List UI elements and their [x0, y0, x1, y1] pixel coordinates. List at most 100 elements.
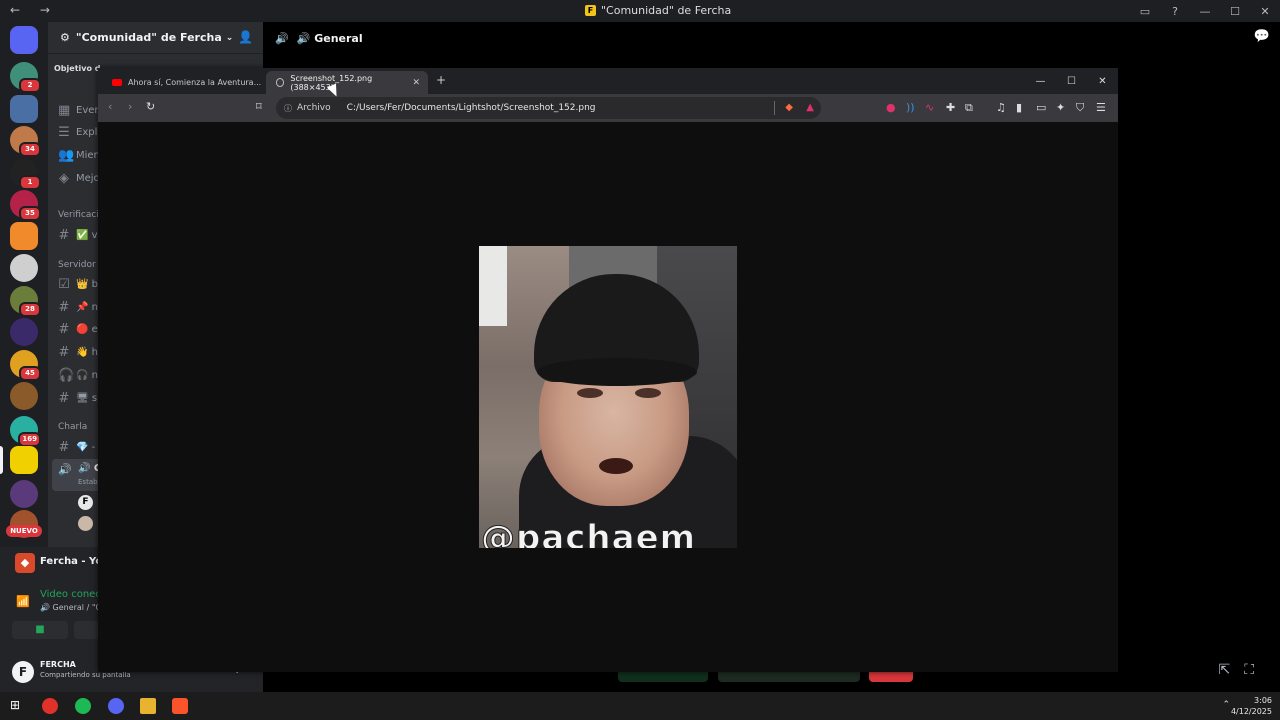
- channel-item[interactable]: 🎧 🎧 n: [58, 365, 98, 385]
- sidebar-item-boosts[interactable]: ◈ Mejo: [58, 168, 100, 188]
- discord-home-icon[interactable]: [10, 26, 38, 54]
- tab-screenshot[interactable]: Screenshot_152.png (388×453) ✕: [266, 71, 428, 94]
- spotify-icon[interactable]: [75, 698, 91, 714]
- voice-status: Video conec: [40, 589, 101, 600]
- puzzle-icon[interactable]: ✚: [946, 101, 955, 114]
- sidebar-icon[interactable]: ▮: [1016, 101, 1022, 114]
- brave-shield-icon[interactable]: ◆: [785, 102, 793, 113]
- category-verification[interactable]: Verificaci: [58, 210, 99, 220]
- server-icon[interactable]: [10, 382, 38, 410]
- channel-item[interactable]: # 💎 -: [58, 437, 96, 457]
- bookmark-icon[interactable]: ⌑: [256, 100, 262, 113]
- camera-button[interactable]: ■: [12, 621, 68, 639]
- voice-user-avatar[interactable]: F: [78, 495, 93, 510]
- selected-server-pill: [0, 446, 3, 474]
- unread-badge: 34: [19, 142, 41, 157]
- list-icon: ☰: [58, 124, 70, 140]
- menu-icon[interactable]: ☰: [1096, 101, 1106, 114]
- server-icon[interactable]: 1: [10, 159, 41, 190]
- chat-bubble-icon[interactable]: 💬: [1254, 29, 1270, 44]
- brave-rewards-icon[interactable]: ▲: [806, 102, 814, 113]
- channel-item[interactable]: # 🔴 e: [58, 319, 98, 339]
- windows-start-icon[interactable]: ⊞: [10, 698, 20, 712]
- chevron-down-icon: ⌄: [225, 32, 234, 43]
- browser-window: Ahora sí, Comienza la Aventura... Screen…: [98, 68, 1118, 672]
- reload-icon[interactable]: ↻: [146, 100, 155, 113]
- sidebar-item-events[interactable]: ▦ Ever: [58, 100, 99, 120]
- server-icon[interactable]: [10, 254, 38, 282]
- popout-fullscreen-icons[interactable]: ⇱⛶: [1218, 662, 1268, 678]
- sidebar-item-members[interactable]: 👥 Mien: [58, 145, 100, 165]
- close-tab-icon[interactable]: ✕: [412, 78, 420, 88]
- vpn-icon[interactable]: ⛉: [1076, 101, 1084, 115]
- headphones-icon: 🎧: [58, 367, 75, 383]
- clock[interactable]: 3:06 4/12/2025: [1231, 695, 1272, 717]
- extension-icon[interactable]: )): [906, 101, 915, 114]
- voice-user-avatar[interactable]: [78, 516, 93, 531]
- server-icon-fercha[interactable]: [10, 446, 38, 474]
- leo-icon[interactable]: ✦: [1056, 101, 1065, 114]
- address-bar[interactable]: ⓘ Archivo C:/Users/Fer/Documents/Lightsh…: [276, 97, 821, 119]
- server-header[interactable]: ⚙ "Comunidad" de Fercha ⌄ 👤: [48, 22, 263, 54]
- screenshot-icon[interactable]: ⧉: [965, 101, 973, 115]
- youtube-icon: [112, 79, 122, 86]
- forward-icon[interactable]: ›: [128, 100, 132, 113]
- image-mouth: [599, 458, 633, 474]
- sidebar-item-explore[interactable]: ☰ Expl: [58, 122, 97, 142]
- server-icon[interactable]: 35: [10, 190, 41, 221]
- tab-label: Ahora sí, Comienza la Aventura...: [128, 78, 262, 87]
- inbox-icon[interactable]: ▭: [1130, 5, 1160, 18]
- file-explorer-icon[interactable]: [140, 698, 156, 714]
- brave-icon[interactable]: [172, 698, 188, 714]
- help-icon[interactable]: ?: [1160, 5, 1190, 18]
- discord-icon[interactable]: [108, 698, 124, 714]
- signal-icon[interactable]: 📶: [16, 595, 30, 608]
- user-name: FERCHA: [40, 660, 76, 669]
- calendar-icon: ▦: [58, 102, 71, 118]
- category-server[interactable]: Servidor: [58, 260, 96, 270]
- channel-label: 🎧 n: [76, 369, 98, 381]
- back-icon[interactable]: ‹: [108, 100, 112, 113]
- displayed-image[interactable]: @pachaem: [479, 246, 737, 548]
- channel-item[interactable]: # ✅ v: [58, 225, 98, 245]
- extension-icon[interactable]: ∿: [925, 101, 934, 114]
- server-icon[interactable]: [10, 318, 38, 346]
- server-icon[interactable]: [10, 222, 38, 250]
- unread-badge: 1: [19, 175, 41, 190]
- new-tab-icon[interactable]: +: [436, 73, 446, 87]
- brave-logo-icon: ◆: [15, 553, 35, 573]
- minimize-button[interactable]: —: [1025, 76, 1056, 87]
- invite-user-icon[interactable]: 👤: [238, 30, 253, 44]
- server-icon[interactable]: 45: [10, 350, 41, 381]
- taskbar-app-icon[interactable]: [42, 698, 58, 714]
- close-button[interactable]: ✕: [1087, 76, 1118, 87]
- media-icon[interactable]: ♫: [996, 101, 1006, 114]
- hash-icon: #: [58, 344, 70, 360]
- server-icon[interactable]: 2: [10, 62, 41, 93]
- server-icon[interactable]: 34: [10, 126, 41, 157]
- server-icon[interactable]: 169: [10, 416, 41, 447]
- channel-item[interactable]: # 📌 n: [58, 297, 98, 317]
- maximize-button[interactable]: ☐: [1220, 5, 1250, 18]
- close-button[interactable]: ✕: [1250, 5, 1280, 18]
- address-url[interactable]: C:/Users/Fer/Documents/Lightshot/Screens…: [347, 103, 596, 113]
- category-chat[interactable]: Charla: [58, 422, 87, 432]
- extension-icon[interactable]: ●: [886, 101, 896, 114]
- avatar[interactable]: F: [12, 661, 34, 683]
- minimize-button[interactable]: —: [1190, 5, 1220, 18]
- channel-item[interactable]: # 👋 h: [58, 342, 98, 362]
- server-icon[interactable]: [10, 480, 38, 508]
- chevron-up-icon[interactable]: ⌃: [1222, 700, 1230, 710]
- server-icon[interactable]: [10, 95, 38, 123]
- server-icon[interactable]: 28: [10, 286, 41, 317]
- nav-arrows[interactable]: ← →: [10, 3, 58, 17]
- tab-youtube[interactable]: Ahora sí, Comienza la Aventura...: [102, 71, 262, 94]
- info-icon[interactable]: ⓘ: [284, 103, 292, 114]
- channel-item[interactable]: ☑ 👑 b: [58, 274, 98, 294]
- wallet-icon[interactable]: ▭: [1036, 101, 1046, 114]
- server-objective[interactable]: Objetivo d: [54, 64, 100, 73]
- channel-item[interactable]: # 🖥 s: [58, 388, 98, 408]
- voice-location[interactable]: 🔊 General / "Co: [40, 603, 106, 612]
- maximize-button[interactable]: ☐: [1056, 76, 1087, 87]
- browser-window-controls: — ☐ ✕: [1025, 68, 1118, 94]
